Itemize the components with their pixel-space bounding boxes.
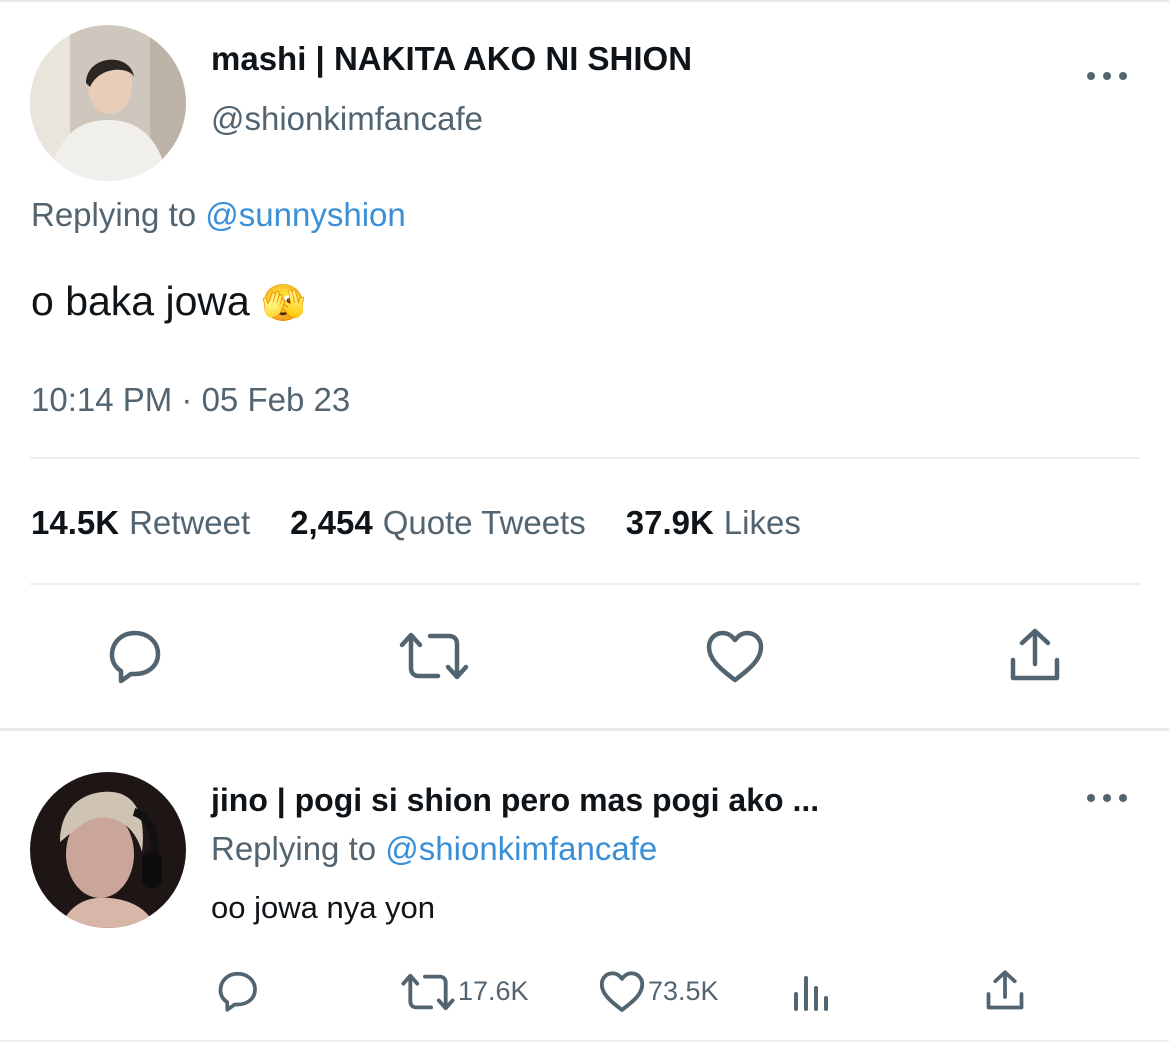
more-dot (1087, 794, 1095, 802)
like-count: 73.5K (648, 976, 719, 1006)
main-more-options[interactable] (1087, 66, 1127, 86)
quotes-count: 2,454 (290, 504, 373, 541)
tweet-separator (0, 728, 1169, 731)
peeking-face-emoji: 🫣 (261, 282, 307, 323)
more-dot (1119, 794, 1127, 802)
share-icon[interactable] (1008, 628, 1062, 684)
likes-stat[interactable]: 37.9K Likes (626, 504, 801, 542)
like-icon[interactable] (598, 971, 646, 1013)
engagement-stats: 14.5K Retweet 2,454 Quote Tweets 37.9K Like… (31, 504, 841, 542)
more-dot (1103, 72, 1111, 80)
divider (30, 457, 1140, 459)
likes-count: 37.9K (625, 504, 714, 541)
more-dot (1119, 72, 1127, 80)
more-dot (1103, 794, 1111, 802)
main-author-avatar[interactable] (30, 25, 186, 181)
main-author-handle[interactable]: @shionkimfancafe (211, 100, 483, 138)
reply-replying-to: Replying to @shionkimfancafe (211, 830, 657, 868)
reply-author-name[interactable]: jino | pogi si shion pero mas pogi ako .… (211, 782, 819, 819)
retweet-icon[interactable] (398, 630, 470, 682)
top-border (0, 0, 1169, 2)
share-icon[interactable] (984, 970, 1026, 1012)
avatar-photo (30, 772, 186, 928)
retweets-count: 14.5K (31, 504, 120, 541)
replying-to-link[interactable]: @sunnyshion (205, 196, 405, 233)
more-dot (1087, 72, 1095, 80)
reply-icon[interactable] (104, 628, 164, 684)
divider (30, 583, 1140, 585)
main-tweet-text: o baka jowa 🫣 (31, 278, 306, 325)
retweets-stat[interactable]: 14.5K Retweet (31, 504, 250, 542)
like-icon[interactable] (705, 630, 765, 684)
replying-to-link[interactable]: @shionkimfancafe (385, 830, 657, 867)
quotes-stat[interactable]: 2,454 Quote Tweets (290, 504, 586, 542)
retweets-label: Retweet (129, 504, 251, 541)
reply-icon[interactable] (214, 970, 260, 1012)
analytics-icon[interactable] (792, 972, 834, 1012)
replying-label: Replying to (31, 196, 197, 233)
reply-tweet-text: oo jowa nya yon (211, 890, 436, 925)
divider (0, 1040, 1169, 1042)
main-author-name[interactable]: mashi | NAKITA AKO NI SHION (211, 40, 692, 78)
main-replying-to: Replying to @sunnyshion (31, 196, 406, 234)
likes-label: Likes (723, 504, 801, 541)
quotes-label: Quote Tweets (382, 504, 586, 541)
avatar-photo (30, 25, 186, 181)
retweet-count: 17.6K (458, 976, 529, 1006)
retweet-icon[interactable] (400, 972, 456, 1012)
tweet-body: o baka jowa (31, 278, 250, 324)
reply-author-avatar[interactable] (30, 772, 186, 928)
reply-more-options[interactable] (1087, 788, 1127, 808)
main-timestamp[interactable]: 10:14 PM · 05 Feb 23 (31, 381, 350, 419)
replying-label: Replying to (211, 830, 377, 867)
